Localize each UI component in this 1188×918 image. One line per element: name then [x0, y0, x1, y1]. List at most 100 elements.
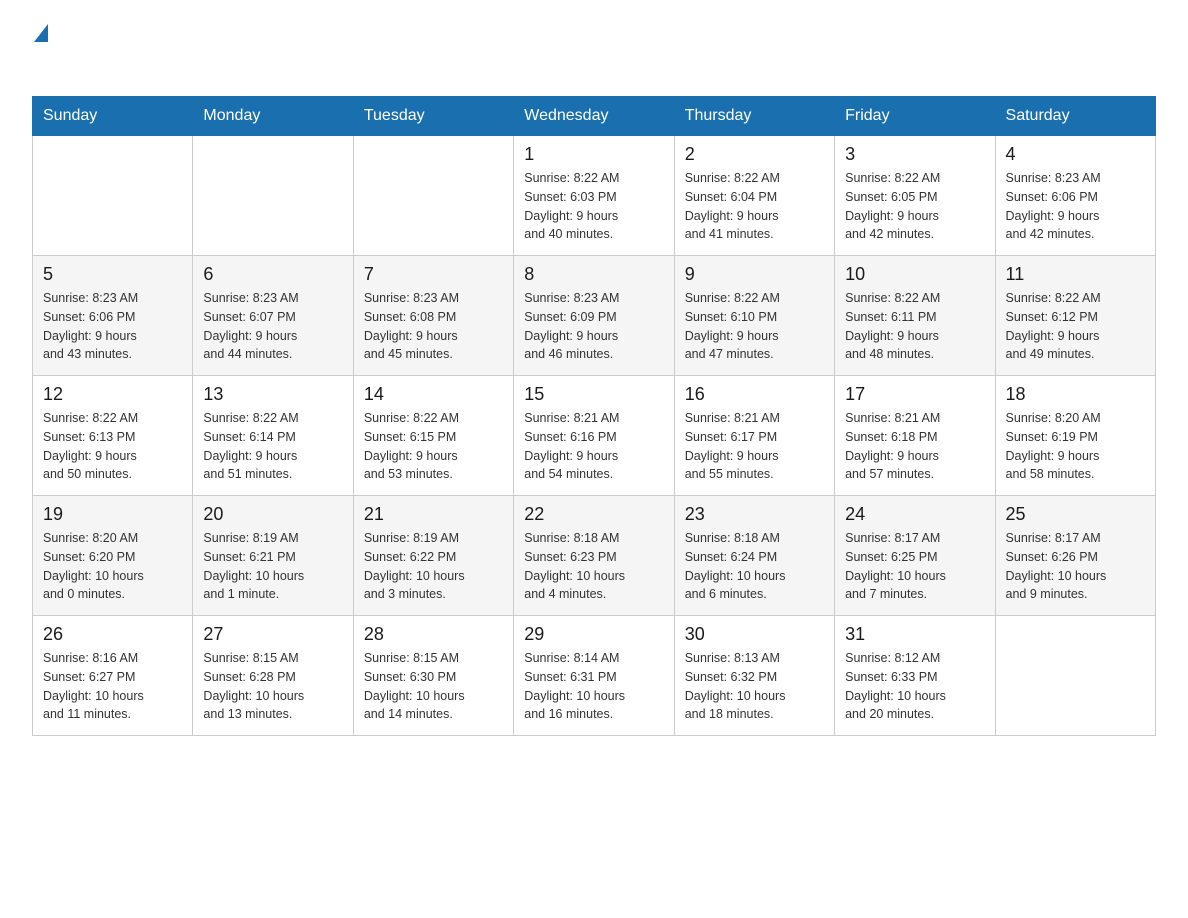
day-number: 1: [524, 144, 663, 165]
calendar-cell: 20 Sunrise: 8:19 AM Sunset: 6:21 PM Dayli…: [193, 496, 353, 616]
calendar-cell: 16 Sunrise: 8:21 AM Sunset: 6:17 PM Dayli…: [674, 376, 834, 496]
day-number: 27: [203, 624, 342, 645]
day-info: Sunrise: 8:22 AM Sunset: 6:15 PM Dayligh…: [364, 409, 503, 484]
day-number: 28: [364, 624, 503, 645]
day-number: 5: [43, 264, 182, 285]
calendar-cell: 27 Sunrise: 8:15 AM Sunset: 6:28 PM Dayli…: [193, 616, 353, 736]
calendar-cell: [193, 136, 353, 256]
week-row-2: 5 Sunrise: 8:23 AM Sunset: 6:06 PM Daylig…: [33, 256, 1156, 376]
header-sunday: Sunday: [33, 97, 193, 136]
header-saturday: Saturday: [995, 97, 1155, 136]
calendar-cell: 23 Sunrise: 8:18 AM Sunset: 6:24 PM Dayli…: [674, 496, 834, 616]
day-info: Sunrise: 8:20 AM Sunset: 6:19 PM Dayligh…: [1006, 409, 1145, 484]
header-wednesday: Wednesday: [514, 97, 674, 136]
calendar-cell: 5 Sunrise: 8:23 AM Sunset: 6:06 PM Daylig…: [33, 256, 193, 376]
calendar-cell: 12Sunrise: 8:22 AM Sunset: 6:13 PM Dayli…: [33, 376, 193, 496]
day-number: 16: [685, 384, 824, 405]
day-info: Sunrise: 8:22 AM Sunset: 6:05 PM Dayligh…: [845, 169, 984, 244]
calendar-cell: [995, 616, 1155, 736]
day-number: 23: [685, 504, 824, 525]
calendar-cell: 11 Sunrise: 8:22 AM Sunset: 6:12 PM Dayli…: [995, 256, 1155, 376]
calendar-cell: 30Sunrise: 8:13 AM Sunset: 6:32 PM Dayli…: [674, 616, 834, 736]
day-info: Sunrise: 8:17 AM Sunset: 6:25 PM Dayligh…: [845, 529, 984, 604]
day-info: Sunrise: 8:19 AM Sunset: 6:22 PM Dayligh…: [364, 529, 503, 604]
week-row-4: 19 Sunrise: 8:20 AM Sunset: 6:20 PM Dayli…: [33, 496, 1156, 616]
calendar-cell: 26 Sunrise: 8:16 AM Sunset: 6:27 PM Dayli…: [33, 616, 193, 736]
day-number: 29: [524, 624, 663, 645]
calendar-cell: 22 Sunrise: 8:18 AM Sunset: 6:23 PM Dayli…: [514, 496, 674, 616]
day-number: 9: [685, 264, 824, 285]
day-info: Sunrise: 8:22 AM Sunset: 6:03 PM Dayligh…: [524, 169, 663, 244]
calendar-cell: 25 Sunrise: 8:17 AM Sunset: 6:26 PM Dayli…: [995, 496, 1155, 616]
day-info: Sunrise: 8:22 AM Sunset: 6:04 PM Dayligh…: [685, 169, 824, 244]
day-number: 10: [845, 264, 984, 285]
calendar-cell: 18Sunrise: 8:20 AM Sunset: 6:19 PM Dayli…: [995, 376, 1155, 496]
calendar-cell: 24 Sunrise: 8:17 AM Sunset: 6:25 PM Dayli…: [835, 496, 995, 616]
header: [32, 24, 1156, 78]
days-header-row: SundayMondayTuesdayWednesdayThursdayFrid…: [33, 97, 1156, 136]
calendar-cell: 29 Sunrise: 8:14 AM Sunset: 6:31 PM Dayli…: [514, 616, 674, 736]
day-number: 14: [364, 384, 503, 405]
day-info: Sunrise: 8:12 AM Sunset: 6:33 PM Dayligh…: [845, 649, 984, 724]
day-info: Sunrise: 8:23 AM Sunset: 6:06 PM Dayligh…: [43, 289, 182, 364]
day-info: Sunrise: 8:18 AM Sunset: 6:24 PM Dayligh…: [685, 529, 824, 604]
calendar-cell: 1 Sunrise: 8:22 AM Sunset: 6:03 PM Daylig…: [514, 136, 674, 256]
day-number: 20: [203, 504, 342, 525]
calendar-cell: 14 Sunrise: 8:22 AM Sunset: 6:15 PM Dayli…: [353, 376, 513, 496]
day-number: 26: [43, 624, 182, 645]
calendar-cell: [33, 136, 193, 256]
calendar-cell: 8 Sunrise: 8:23 AM Sunset: 6:09 PM Daylig…: [514, 256, 674, 376]
calendar-cell: 9 Sunrise: 8:22 AM Sunset: 6:10 PM Daylig…: [674, 256, 834, 376]
day-number: 25: [1006, 504, 1145, 525]
calendar-cell: 17Sunrise: 8:21 AM Sunset: 6:18 PM Dayli…: [835, 376, 995, 496]
day-number: 11: [1006, 264, 1145, 285]
calendar-cell: 15 Sunrise: 8:21 AM Sunset: 6:16 PM Dayli…: [514, 376, 674, 496]
logo-triangle-icon: [34, 24, 48, 42]
day-info: Sunrise: 8:18 AM Sunset: 6:23 PM Dayligh…: [524, 529, 663, 604]
calendar-cell: 19 Sunrise: 8:20 AM Sunset: 6:20 PM Dayli…: [33, 496, 193, 616]
day-info: Sunrise: 8:22 AM Sunset: 6:10 PM Dayligh…: [685, 289, 824, 364]
day-info: Sunrise: 8:21 AM Sunset: 6:17 PM Dayligh…: [685, 409, 824, 484]
day-number: 6: [203, 264, 342, 285]
week-row-1: 1 Sunrise: 8:22 AM Sunset: 6:03 PM Daylig…: [33, 136, 1156, 256]
day-number: 8: [524, 264, 663, 285]
day-number: 2: [685, 144, 824, 165]
day-number: 15: [524, 384, 663, 405]
day-info: Sunrise: 8:23 AM Sunset: 6:08 PM Dayligh…: [364, 289, 503, 364]
day-number: 3: [845, 144, 984, 165]
day-info: Sunrise: 8:23 AM Sunset: 6:09 PM Dayligh…: [524, 289, 663, 364]
day-number: 4: [1006, 144, 1145, 165]
day-info: Sunrise: 8:23 AM Sunset: 6:07 PM Dayligh…: [203, 289, 342, 364]
calendar-cell: 10 Sunrise: 8:22 AM Sunset: 6:11 PM Dayli…: [835, 256, 995, 376]
day-number: 24: [845, 504, 984, 525]
day-number: 13: [203, 384, 342, 405]
day-info: Sunrise: 8:22 AM Sunset: 6:14 PM Dayligh…: [203, 409, 342, 484]
day-info: Sunrise: 8:17 AM Sunset: 6:26 PM Dayligh…: [1006, 529, 1145, 604]
header-monday: Monday: [193, 97, 353, 136]
calendar-cell: [353, 136, 513, 256]
calendar-cell: 21 Sunrise: 8:19 AM Sunset: 6:22 PM Dayli…: [353, 496, 513, 616]
day-info: Sunrise: 8:20 AM Sunset: 6:20 PM Dayligh…: [43, 529, 182, 604]
day-number: 22: [524, 504, 663, 525]
calendar-cell: 6 Sunrise: 8:23 AM Sunset: 6:07 PM Daylig…: [193, 256, 353, 376]
day-info: Sunrise: 8:16 AM Sunset: 6:27 PM Dayligh…: [43, 649, 182, 724]
day-info: Sunrise: 8:22 AM Sunset: 6:12 PM Dayligh…: [1006, 289, 1145, 364]
logo: [32, 24, 48, 78]
day-info: Sunrise: 8:19 AM Sunset: 6:21 PM Dayligh…: [203, 529, 342, 604]
header-thursday: Thursday: [674, 97, 834, 136]
calendar-cell: 28Sunrise: 8:15 AM Sunset: 6:30 PM Dayli…: [353, 616, 513, 736]
calendar-cell: 31Sunrise: 8:12 AM Sunset: 6:33 PM Dayli…: [835, 616, 995, 736]
week-row-5: 26 Sunrise: 8:16 AM Sunset: 6:27 PM Dayli…: [33, 616, 1156, 736]
header-tuesday: Tuesday: [353, 97, 513, 136]
day-info: Sunrise: 8:15 AM Sunset: 6:28 PM Dayligh…: [203, 649, 342, 724]
calendar-cell: 13 Sunrise: 8:22 AM Sunset: 6:14 PM Dayli…: [193, 376, 353, 496]
day-info: Sunrise: 8:22 AM Sunset: 6:11 PM Dayligh…: [845, 289, 984, 364]
calendar-cell: 3 Sunrise: 8:22 AM Sunset: 6:05 PM Daylig…: [835, 136, 995, 256]
day-info: Sunrise: 8:13 AM Sunset: 6:32 PM Dayligh…: [685, 649, 824, 724]
day-info: Sunrise: 8:21 AM Sunset: 6:16 PM Dayligh…: [524, 409, 663, 484]
day-number: 7: [364, 264, 503, 285]
day-info: Sunrise: 8:14 AM Sunset: 6:31 PM Dayligh…: [524, 649, 663, 724]
day-number: 12: [43, 384, 182, 405]
day-number: 21: [364, 504, 503, 525]
day-number: 19: [43, 504, 182, 525]
